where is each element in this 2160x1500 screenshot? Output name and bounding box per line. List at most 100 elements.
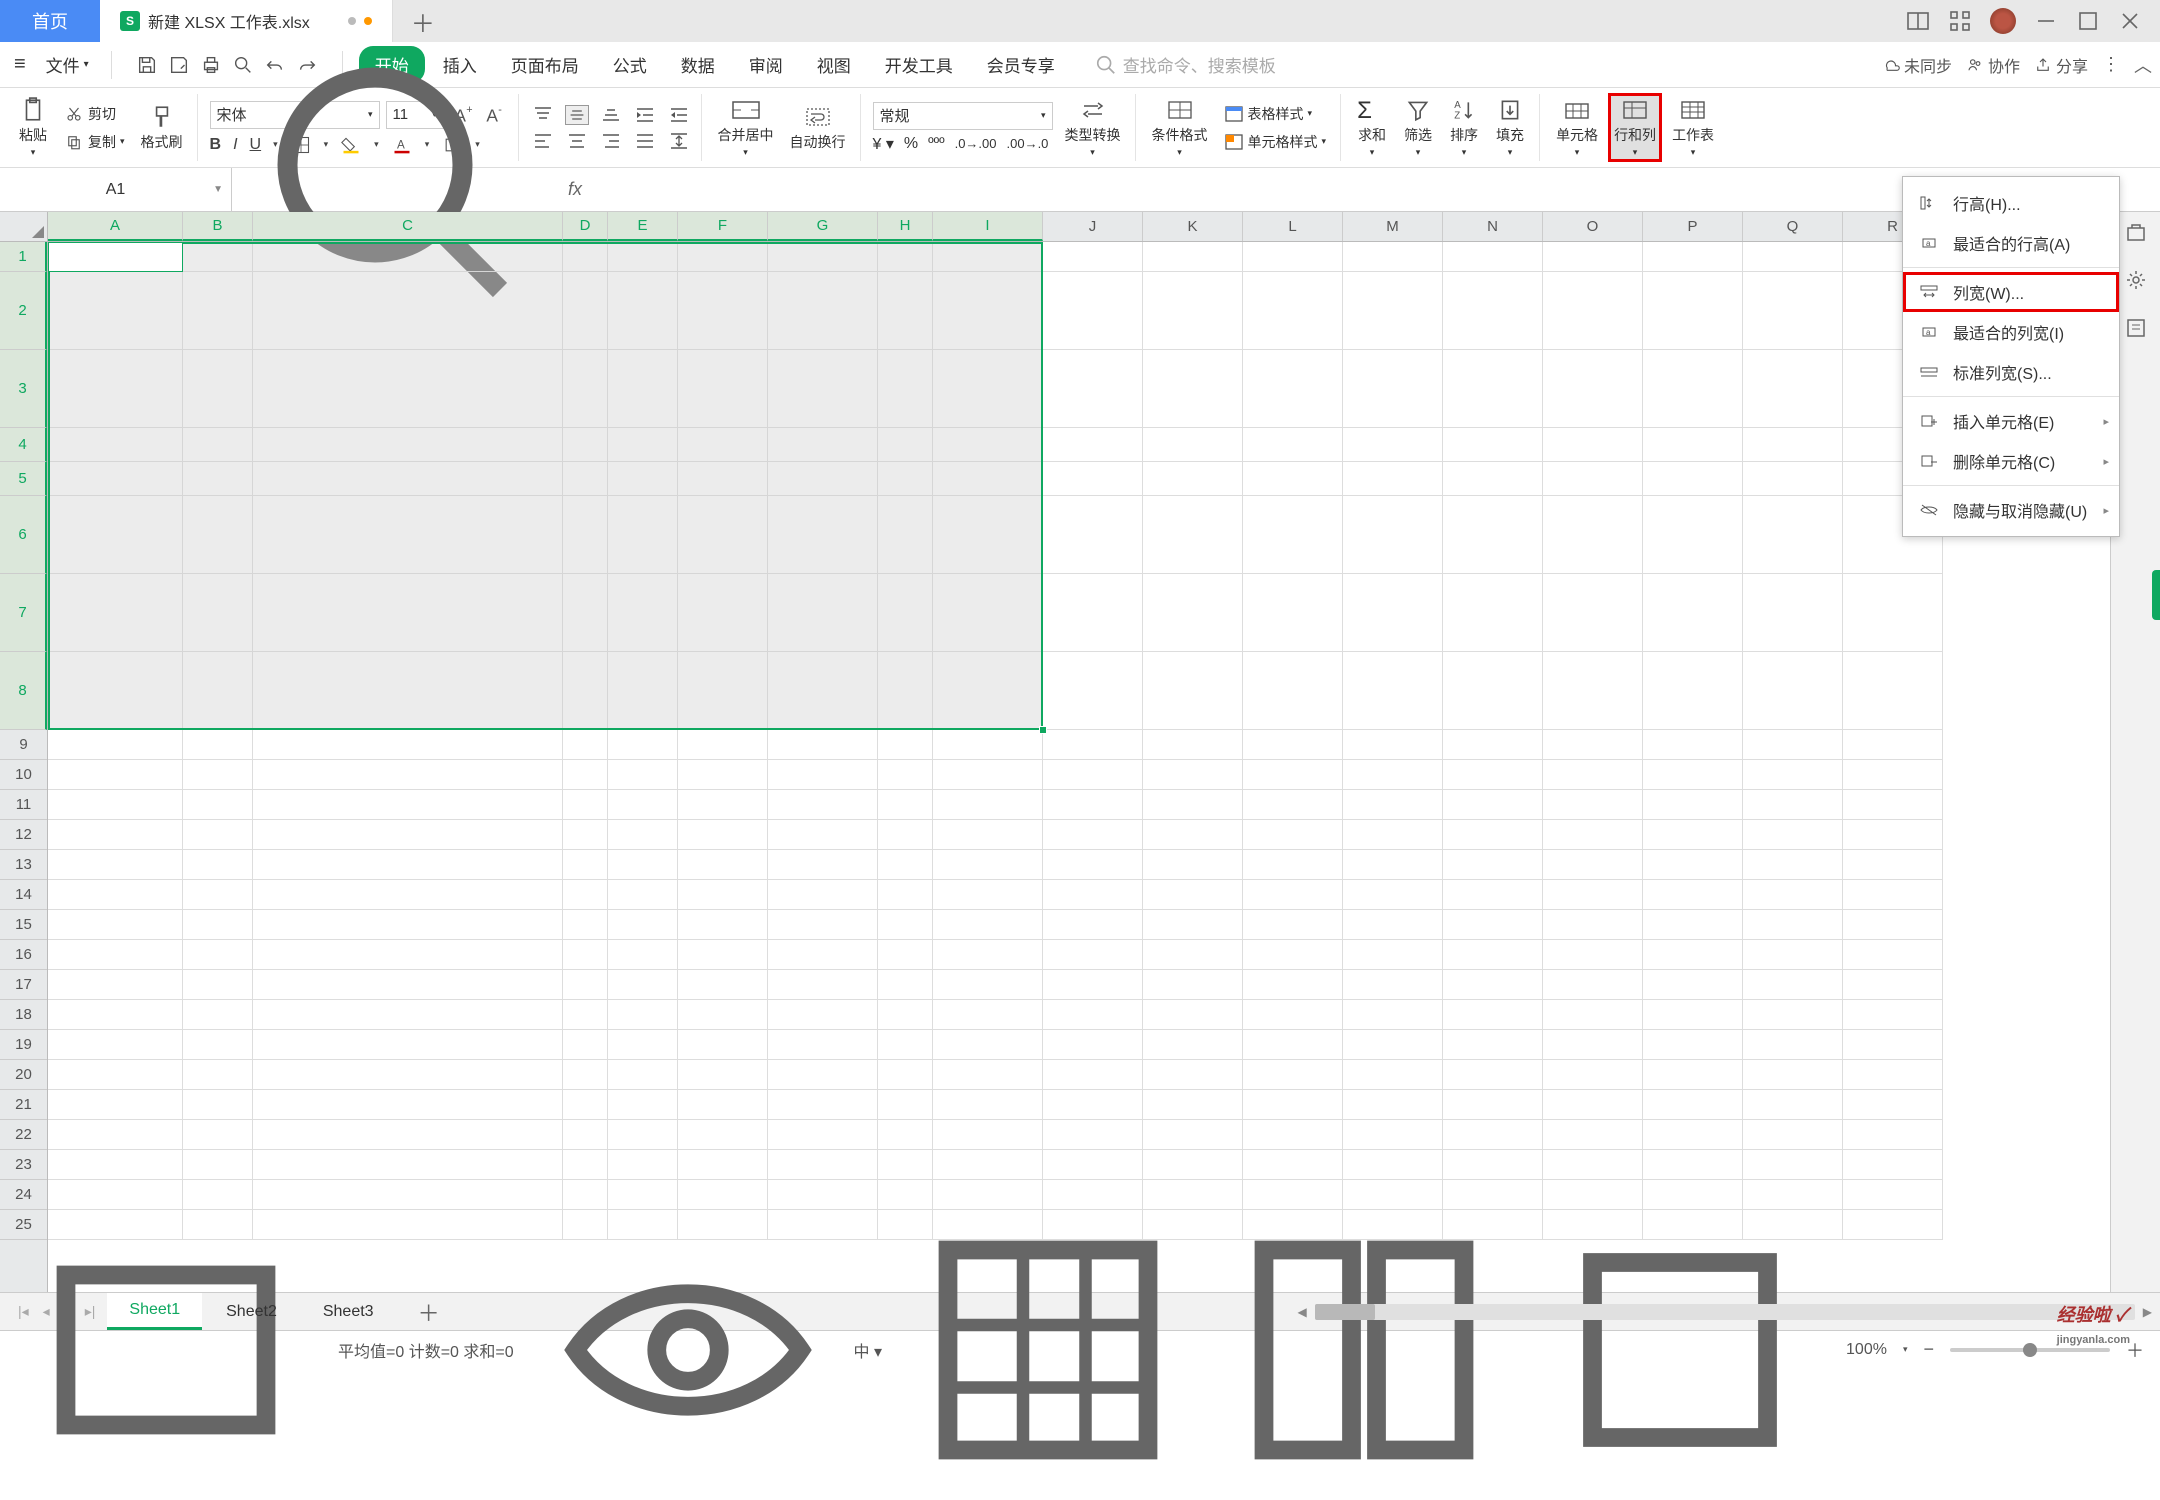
percent-button[interactable]: % bbox=[904, 135, 918, 153]
fx-label[interactable]: fx bbox=[568, 179, 582, 200]
paste-button[interactable]: 粘贴▾ bbox=[14, 95, 52, 160]
row-header-12[interactable]: 12 bbox=[0, 820, 47, 850]
zoom-out-button[interactable]: − bbox=[1923, 1339, 1934, 1360]
user-avatar[interactable] bbox=[1990, 8, 2016, 34]
row-header-20[interactable]: 20 bbox=[0, 1060, 47, 1090]
col-header-F[interactable]: F bbox=[678, 212, 768, 241]
std-col-width-item[interactable]: 标准列宽(S)... bbox=[1903, 352, 2119, 392]
col-header-N[interactable]: N bbox=[1443, 212, 1543, 241]
number-format-select[interactable]: 常规▾ bbox=[873, 102, 1053, 130]
print-icon[interactable] bbox=[200, 54, 222, 76]
hscroll-thumb[interactable] bbox=[1315, 1304, 1375, 1320]
toolbox-icon[interactable] bbox=[2124, 220, 2148, 244]
delete-cells-item[interactable]: 删除单元格(C)▸ bbox=[1903, 441, 2119, 481]
col-header-K[interactable]: K bbox=[1143, 212, 1243, 241]
indent-increase-icon[interactable] bbox=[633, 105, 657, 125]
row-header-10[interactable]: 10 bbox=[0, 760, 47, 790]
format-painter-button[interactable]: 格式刷 bbox=[137, 102, 187, 154]
col-header-H[interactable]: H bbox=[878, 212, 933, 241]
row-header-9[interactable]: 9 bbox=[0, 730, 47, 760]
decimal-increase-button[interactable]: .0→.00 bbox=[955, 136, 997, 151]
col-header-J[interactable]: J bbox=[1043, 212, 1143, 241]
col-width-item[interactable]: 列宽(W)... bbox=[1903, 272, 2119, 312]
align-justify-icon[interactable] bbox=[633, 131, 657, 151]
merge-button[interactable]: 合并居中▾ bbox=[714, 95, 778, 160]
collab-button[interactable]: 协作 bbox=[1966, 53, 2020, 77]
row-header-21[interactable]: 21 bbox=[0, 1090, 47, 1120]
add-sheet-button[interactable]: ＋ bbox=[406, 1296, 452, 1328]
fill-button[interactable]: 填充▾ bbox=[1491, 95, 1529, 160]
comma-button[interactable]: ººº bbox=[928, 135, 944, 152]
hscroll-right[interactable]: ▶ bbox=[2143, 1305, 2152, 1319]
row-header-24[interactable]: 24 bbox=[0, 1180, 47, 1210]
select-all-corner[interactable] bbox=[0, 212, 48, 241]
decimal-decrease-button[interactable]: .00→.0 bbox=[1007, 136, 1049, 151]
document-tab[interactable]: S 新建 XLSX 工作表.xlsx bbox=[100, 0, 393, 42]
tab-devtools[interactable]: 开发工具 bbox=[869, 46, 969, 83]
row-header-25[interactable]: 25 bbox=[0, 1210, 47, 1240]
zoom-label[interactable]: 100% bbox=[1846, 1341, 1887, 1359]
cut-button[interactable]: 剪切 bbox=[60, 102, 129, 126]
best-col-width-item[interactable]: a最适合的列宽(I) bbox=[1903, 312, 2119, 352]
side-handle[interactable] bbox=[2152, 570, 2160, 620]
row-header-17[interactable]: 17 bbox=[0, 970, 47, 1000]
tab-vip[interactable]: 会员专享 bbox=[971, 46, 1071, 83]
rows-cols-button[interactable]: 行和列▾ bbox=[1610, 95, 1660, 160]
align-bottom-icon[interactable] bbox=[599, 105, 623, 125]
settings-icon[interactable] bbox=[2124, 268, 2148, 292]
row-header-4[interactable]: 4 bbox=[0, 428, 47, 462]
sheet-button[interactable]: 工作表▾ bbox=[1668, 95, 1718, 160]
col-header-M[interactable]: M bbox=[1343, 212, 1443, 241]
menu-icon[interactable]: ≡ bbox=[8, 53, 32, 76]
maximize-icon[interactable] bbox=[2076, 9, 2100, 33]
save-as-icon[interactable] bbox=[168, 54, 190, 76]
row-header-8[interactable]: 8 bbox=[0, 652, 47, 730]
col-header-E[interactable]: E bbox=[608, 212, 678, 241]
file-menu[interactable]: 文件▾ bbox=[36, 52, 99, 77]
distribute-icon[interactable] bbox=[667, 131, 691, 151]
sheet-tab-3[interactable]: Sheet3 bbox=[301, 1295, 396, 1329]
table-style-button[interactable]: 表格样式▾ bbox=[1220, 102, 1331, 126]
new-tab-button[interactable]: ＋ bbox=[403, 0, 443, 42]
cond-format-button[interactable]: 条件格式▾ bbox=[1148, 95, 1212, 160]
name-box[interactable]: A1▼ bbox=[0, 168, 232, 211]
lang-button[interactable]: 中 ▾ bbox=[854, 1338, 882, 1362]
close-icon[interactable] bbox=[2118, 9, 2142, 33]
home-tab[interactable]: 首页 bbox=[0, 0, 100, 42]
best-row-height-item[interactable]: a最适合的行高(A) bbox=[1903, 223, 2119, 263]
bold-button[interactable]: B bbox=[210, 136, 222, 154]
col-header-O[interactable]: O bbox=[1543, 212, 1643, 241]
save-icon[interactable] bbox=[136, 54, 158, 76]
row-header-7[interactable]: 7 bbox=[0, 574, 47, 652]
col-header-D[interactable]: D bbox=[563, 212, 608, 241]
row-header-16[interactable]: 16 bbox=[0, 940, 47, 970]
row-header-2[interactable]: 2 bbox=[0, 272, 47, 350]
row-header-1[interactable]: 1 bbox=[0, 242, 47, 272]
indent-decrease-icon[interactable] bbox=[667, 105, 691, 125]
tab-data[interactable]: 数据 bbox=[665, 46, 731, 83]
reading-icon[interactable] bbox=[2124, 316, 2148, 340]
sum-button[interactable]: Σ求和▾ bbox=[1353, 95, 1391, 160]
layout-icon[interactable] bbox=[1906, 9, 1930, 33]
col-header-C[interactable]: C bbox=[253, 212, 563, 241]
cell-style-button[interactable]: 单元格样式▾ bbox=[1220, 130, 1331, 154]
type-convert-button[interactable]: 类型转换▾ bbox=[1061, 95, 1125, 160]
sheet-tab-2[interactable]: Sheet2 bbox=[204, 1295, 299, 1329]
sheet-tab-1[interactable]: Sheet1 bbox=[107, 1293, 202, 1330]
hscroll-track[interactable] bbox=[1315, 1304, 2135, 1320]
row-header-11[interactable]: 11 bbox=[0, 790, 47, 820]
zoom-slider[interactable] bbox=[1950, 1348, 2110, 1352]
filter-button[interactable]: 筛选▾ bbox=[1399, 95, 1437, 160]
row-header-3[interactable]: 3 bbox=[0, 350, 47, 428]
tab-review[interactable]: 审阅 bbox=[733, 46, 799, 83]
row-header-19[interactable]: 19 bbox=[0, 1030, 47, 1060]
apps-icon[interactable] bbox=[1948, 9, 1972, 33]
command-search[interactable]: 查找命令、搜索模板 bbox=[1095, 52, 1276, 77]
col-header-A[interactable]: A bbox=[48, 212, 183, 241]
tab-view[interactable]: 视图 bbox=[801, 46, 867, 83]
col-header-I[interactable]: I bbox=[933, 212, 1043, 241]
col-header-G[interactable]: G bbox=[768, 212, 878, 241]
minimize-icon[interactable] bbox=[2034, 9, 2058, 33]
sort-button[interactable]: AZ排序▾ bbox=[1445, 95, 1483, 160]
row-header-6[interactable]: 6 bbox=[0, 496, 47, 574]
